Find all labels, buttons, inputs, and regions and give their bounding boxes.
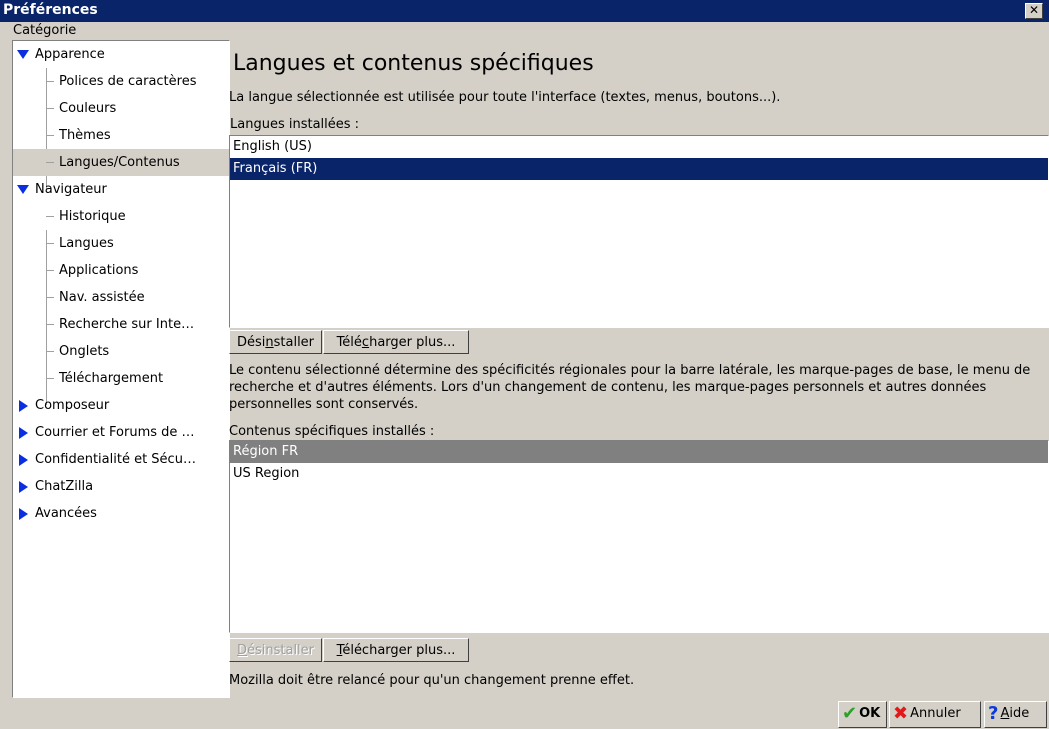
collapsed-arrow-icon[interactable] [19, 454, 28, 466]
tree-item-polices[interactable]: Polices de caractères [13, 68, 229, 95]
tree-item-themes[interactable]: Thèmes [13, 122, 229, 149]
ok-button[interactable]: ✔ OK [838, 701, 887, 728]
tree-item-recherche[interactable]: Recherche sur Inte… [13, 311, 229, 338]
expanded-arrow-icon[interactable] [17, 185, 29, 194]
tree-branch [46, 378, 54, 379]
tree-item-historique[interactable]: Historique [13, 203, 229, 230]
category-heading: Catégorie [13, 23, 77, 38]
btn-text: élécharger plus... [342, 642, 456, 658]
installed-languages-label: Langues installées : [230, 117, 360, 132]
expanded-arrow-icon[interactable] [17, 50, 29, 59]
tree-branch [46, 297, 54, 298]
ok-label: OK [859, 706, 881, 721]
restart-note: Mozilla doit être relancé pour qu'un cha… [229, 673, 635, 688]
installed-contents-label: Contenus spécifiques installés : [229, 424, 435, 439]
title-bar: Préférences ✕ [0, 0, 1049, 22]
tree-item-nav-assistee[interactable]: Nav. assistée [13, 284, 229, 311]
tree-item-navigateur[interactable]: Navigateur [13, 176, 229, 203]
tree-item-onglets[interactable]: Onglets [13, 338, 229, 365]
btn-accel: n [265, 334, 274, 350]
tree-branch [46, 108, 54, 109]
close-button[interactable]: ✕ [1025, 3, 1043, 19]
tree-item-courrier[interactable]: Courrier et Forums de … [13, 419, 229, 446]
tree-branch [46, 162, 54, 163]
panel-title: Langues et contenus spécifiques [233, 51, 594, 76]
help-button[interactable]: ? Aide [984, 701, 1047, 728]
content-item-region-fr[interactable]: Région FR [230, 441, 1048, 463]
tree-item-langues[interactable]: Langues [13, 230, 229, 257]
language-description: La langue sélectionnée est utilisée pour… [229, 90, 781, 105]
collapsed-arrow-icon[interactable] [19, 508, 28, 520]
tree-branch [46, 216, 54, 217]
btn-accel: D [236, 642, 247, 658]
tree-item-confidentialite[interactable]: Confidentialité et Sécu… [13, 446, 229, 473]
tree-item-applications[interactable]: Applications [13, 257, 229, 284]
window-title: Préférences [3, 2, 98, 18]
tree-branch [46, 270, 54, 271]
collapsed-arrow-icon[interactable] [19, 400, 28, 412]
download-language-button[interactable]: Télécharger plus... [323, 330, 469, 354]
tree-branch [46, 324, 54, 325]
btn-text: Télé [336, 334, 362, 350]
content-item-us-region[interactable]: US Region [230, 463, 1048, 485]
content-description: Le contenu sélectionné détermine des spé… [229, 363, 1031, 412]
language-item-english[interactable]: English (US) [230, 136, 1048, 158]
cancel-label: Annuler [910, 706, 961, 721]
check-icon: ✔ [842, 703, 858, 724]
language-item-francais[interactable]: Français (FR) [230, 158, 1048, 180]
btn-text: staller [273, 334, 315, 350]
tree-item-couleurs[interactable]: Couleurs [13, 95, 229, 122]
category-tree[interactable]: Apparence Polices de caractères Couleurs… [12, 40, 230, 698]
uninstall-language-button[interactable]: Désinstaller [229, 330, 322, 354]
download-content-button[interactable]: Télécharger plus... [323, 638, 469, 662]
x-icon: ✖ [893, 703, 909, 724]
tree-branch [46, 135, 54, 136]
tree-branch [46, 243, 54, 244]
btn-accel: c [361, 334, 370, 350]
close-icon: ✕ [1028, 3, 1040, 17]
contents-listbox[interactable]: Région FR US Region [229, 440, 1049, 633]
tree-item-avancees[interactable]: Avancées [13, 500, 229, 527]
collapsed-arrow-icon[interactable] [19, 481, 28, 493]
cancel-button[interactable]: ✖ Annuler [889, 701, 981, 728]
btn-text: Dési [236, 334, 266, 350]
btn-text: ésinstaller [246, 642, 315, 658]
tree-branch [46, 81, 54, 82]
collapsed-arrow-icon[interactable] [19, 427, 28, 439]
tree-item-chatzilla[interactable]: ChatZilla [13, 473, 229, 500]
uninstall-content-button[interactable]: Désinstaller [229, 638, 322, 662]
help-label: Aide [1000, 706, 1029, 721]
btn-text: harger plus... [369, 334, 456, 350]
tree-item-apparence[interactable]: Apparence [13, 41, 229, 68]
languages-listbox[interactable]: English (US) Français (FR) [229, 135, 1049, 328]
question-icon: ? [988, 703, 999, 724]
btn-text: ide [1009, 706, 1030, 721]
tree-item-telechargement[interactable]: Téléchargement [13, 365, 229, 392]
tree-item-composeur[interactable]: Composeur [13, 392, 229, 419]
tree-branch [46, 351, 54, 352]
tree-item-langues-contenus[interactable]: Langues/Contenus [13, 149, 229, 176]
